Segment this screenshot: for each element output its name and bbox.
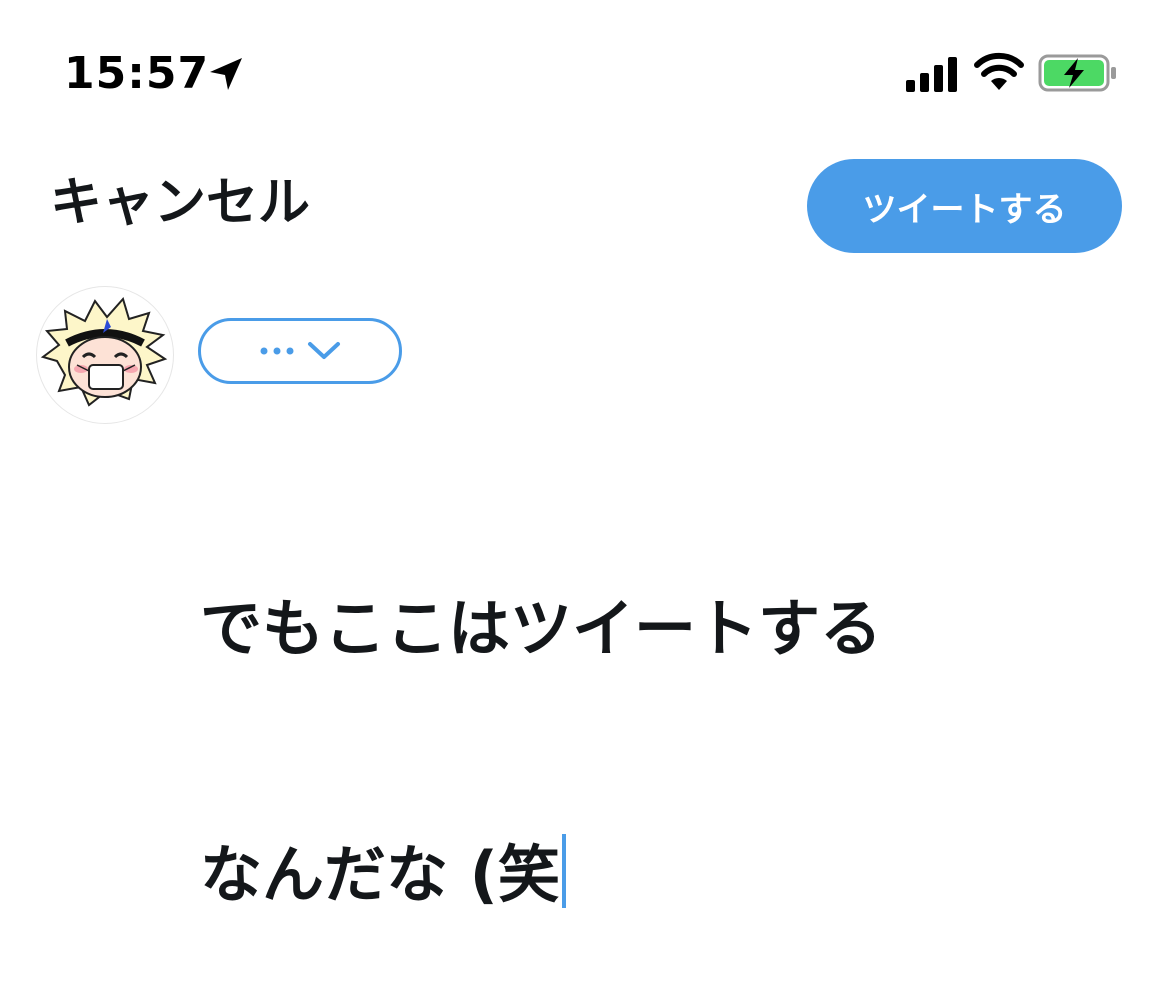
avatar[interactable] [36, 286, 174, 424]
cancel-button[interactable]: キャンセル [50, 168, 310, 238]
wifi-icon [974, 52, 1024, 90]
more-dots-icon [260, 347, 294, 355]
tweet-compose-field[interactable]: でもここはツイートする なんだな (笑 [200, 424, 1100, 998]
cellular-signal-icon [906, 57, 957, 92]
chevron-down-icon [308, 342, 340, 359]
location-arrow-icon [210, 58, 242, 90]
status-time: 15:57 [64, 48, 210, 99]
audience-selector[interactable] [198, 318, 402, 384]
compose-text-line-2-wrap: なんだな (笑 [200, 834, 1100, 916]
compose-text-line-2: なんだな (笑 [200, 838, 560, 911]
battery-charging-icon [1038, 54, 1116, 92]
status-bar: 15:57 [0, 0, 1170, 140]
tweet-button[interactable]: ツイートする [807, 159, 1122, 253]
compose-text-line-1: でもここはツイートする [200, 592, 883, 665]
text-cursor [561, 834, 566, 908]
